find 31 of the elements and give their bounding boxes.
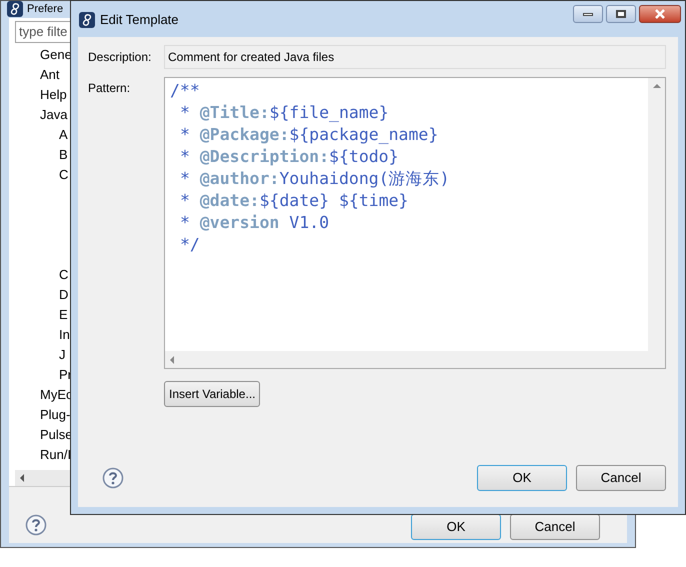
code-line: * @Package:${package_name} (179, 124, 440, 146)
insert-variable-button[interactable]: Insert Variable... (164, 381, 260, 407)
dialog-button[interactable]: Cancel (510, 514, 600, 540)
code-line: */ (179, 234, 201, 256)
scroll-left-icon[interactable] (20, 474, 24, 482)
code-line: * @version V1.0 (179, 212, 330, 234)
code-line: * @Description:${todo} (179, 146, 400, 168)
maximize-button[interactable] (606, 5, 636, 23)
close-icon (654, 9, 666, 19)
code-line: /** (170, 80, 201, 102)
dialog-button[interactable]: Cancel (576, 465, 666, 491)
help-icon[interactable] (102, 467, 124, 489)
horizontal-scrollbar[interactable] (165, 351, 648, 368)
scroll-left-icon[interactable] (170, 356, 174, 364)
code-line: * @date:${date} ${time} (179, 190, 410, 212)
window-title: Prefere (27, 2, 64, 17)
dialog-title: Edit Template (100, 11, 179, 29)
app-logo-icon (79, 12, 95, 28)
code-line: * @author:Youhaidong(游海东) (179, 168, 451, 190)
pattern-label: Pattern: (88, 80, 132, 97)
description-field[interactable]: Comment for created Java files (164, 45, 666, 69)
description-label: Description: (88, 49, 152, 66)
code-line: * @Title:${file_name} (179, 102, 390, 124)
default-button[interactable]: OK (411, 514, 501, 540)
close-button[interactable] (639, 5, 681, 23)
pattern-editor[interactable]: /** * @Title:${file_name} * @Package:${package_name} * @Description:${todo} * @author:Youhaidong(游海东) * @date:${date} ${time} * @version V1.0 */ (164, 77, 666, 369)
scroll-up-icon[interactable] (652, 84, 660, 88)
minimize-button[interactable] (573, 5, 603, 23)
vertical-scrollbar[interactable] (648, 78, 665, 351)
help-icon[interactable] (25, 514, 47, 536)
default-button[interactable]: OK (477, 465, 567, 491)
